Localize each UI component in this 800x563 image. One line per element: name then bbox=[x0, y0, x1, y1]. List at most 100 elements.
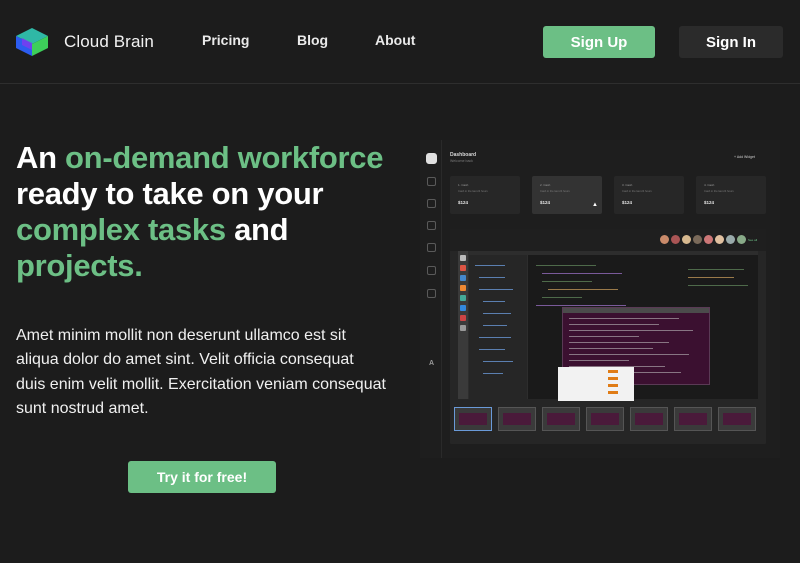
stat-card: 3. Cash Cash in the last 24 hours $124 bbox=[614, 176, 684, 214]
headline-part: ready to take on your bbox=[16, 176, 324, 211]
thumbnail[interactable] bbox=[542, 407, 580, 431]
nav-link-about[interactable]: About bbox=[375, 32, 415, 48]
code-line bbox=[542, 281, 592, 282]
tree-line bbox=[479, 277, 505, 278]
file-tree bbox=[469, 255, 527, 399]
tree-line bbox=[475, 265, 505, 266]
try-free-button[interactable]: Try it for free! bbox=[128, 461, 276, 493]
card-desc: Cash in the last 24 hours bbox=[622, 190, 652, 193]
sign-up-button[interactable]: Sign Up bbox=[543, 26, 655, 58]
terminal-line bbox=[569, 360, 629, 361]
copy-icon bbox=[427, 221, 436, 230]
thumbnail-image bbox=[459, 413, 487, 425]
cursor-icon: ▲ bbox=[592, 202, 598, 208]
terminal-line bbox=[569, 354, 689, 355]
card-desc: Cash in the last 24 hours bbox=[540, 190, 570, 193]
nav-link-blog[interactable]: Blog bbox=[297, 32, 328, 48]
app-dock bbox=[458, 251, 468, 399]
avatar bbox=[682, 235, 691, 244]
thumbnail[interactable] bbox=[454, 407, 492, 431]
preview-title: Dashboard bbox=[450, 152, 477, 158]
home-icon bbox=[426, 153, 437, 164]
card-desc: Cash in the last 24 hours bbox=[704, 190, 734, 193]
cloud-brain-logo-icon bbox=[16, 28, 48, 56]
avatar bbox=[704, 235, 713, 244]
terminal-line bbox=[569, 342, 669, 343]
folder-icon bbox=[427, 177, 436, 186]
thumbnail[interactable] bbox=[674, 407, 712, 431]
code-line bbox=[688, 269, 744, 270]
headline-part: and bbox=[225, 212, 289, 247]
thumbnail[interactable] bbox=[718, 407, 756, 431]
code-line bbox=[536, 305, 626, 306]
chart-icon bbox=[427, 199, 436, 208]
tree-line bbox=[479, 289, 513, 290]
stat-card: 2. Cash Cash in the last 24 hours $124 bbox=[532, 176, 602, 214]
desktop-screenshot bbox=[458, 251, 758, 401]
thumbnail[interactable] bbox=[498, 407, 536, 431]
hero-headline: An on-demand workforce ready to take on … bbox=[16, 140, 406, 284]
tree-line bbox=[483, 373, 503, 374]
screen-toolbar: See all bbox=[450, 229, 766, 251]
avatar bbox=[671, 235, 680, 244]
help-icon bbox=[427, 289, 436, 298]
terminal-line bbox=[569, 348, 653, 349]
headline-part: An bbox=[16, 140, 66, 175]
tree-line bbox=[483, 301, 505, 302]
code-line bbox=[688, 285, 748, 286]
card-value: $124 bbox=[622, 200, 633, 205]
code-line bbox=[688, 277, 734, 278]
tree-line bbox=[479, 337, 511, 338]
add-widget-link: + Add Widget bbox=[734, 155, 755, 159]
highlight-mark bbox=[608, 377, 618, 380]
card-label: 2. Cash bbox=[540, 183, 551, 187]
screen-recording: See all bbox=[450, 229, 766, 444]
thumbnail-strip bbox=[454, 407, 766, 433]
headline-accent: on-demand workforce bbox=[65, 140, 384, 175]
avatar bbox=[660, 235, 669, 244]
preview-sidebar: A bbox=[420, 140, 442, 458]
calendar-icon bbox=[427, 243, 436, 252]
terminal-line bbox=[569, 318, 679, 319]
app-icon bbox=[460, 325, 466, 331]
brand-name: Cloud Brain bbox=[64, 32, 154, 51]
thumbnail-image bbox=[679, 413, 707, 425]
tree-line bbox=[483, 313, 511, 314]
code-line bbox=[536, 265, 596, 266]
code-line bbox=[542, 273, 622, 274]
sidebar-letter: A bbox=[429, 360, 435, 367]
card-label: 1. Cash bbox=[458, 183, 469, 187]
top-nav: Cloud Brain Pricing Blog About Sign Up S… bbox=[0, 0, 800, 84]
terminal-line bbox=[569, 336, 639, 337]
output-popup bbox=[558, 367, 634, 401]
app-icon bbox=[460, 315, 466, 321]
thumbnail[interactable] bbox=[630, 407, 668, 431]
thumbnail-image bbox=[503, 413, 531, 425]
code-line bbox=[548, 289, 618, 290]
tree-line bbox=[483, 361, 513, 362]
avatar bbox=[693, 235, 702, 244]
tree-line bbox=[483, 325, 507, 326]
app-icon bbox=[460, 295, 466, 301]
thumbnail-image bbox=[547, 413, 575, 425]
card-label: 4. Cash bbox=[704, 183, 715, 187]
landing-page: Cloud Brain Pricing Blog About Sign Up S… bbox=[0, 0, 800, 563]
nav-link-pricing[interactable]: Pricing bbox=[202, 32, 249, 48]
terminal-line bbox=[569, 330, 693, 331]
app-icon bbox=[460, 265, 466, 271]
thumbnail[interactable] bbox=[586, 407, 624, 431]
tree-line bbox=[479, 349, 505, 350]
sign-in-button[interactable]: Sign In bbox=[679, 26, 783, 58]
card-label: 3. Cash bbox=[622, 183, 633, 187]
highlight-mark bbox=[608, 384, 618, 387]
brand-logo[interactable]: Cloud Brain bbox=[16, 28, 154, 56]
app-icon bbox=[460, 275, 466, 281]
highlight-mark bbox=[608, 370, 618, 373]
thumbnail-image bbox=[635, 413, 663, 425]
terminal-titlebar bbox=[563, 308, 709, 313]
card-value: $124 bbox=[540, 200, 551, 205]
card-value: $124 bbox=[704, 200, 715, 205]
card-desc: Cash in the last 24 hours bbox=[458, 190, 488, 193]
hero-description: Amet minim mollit non deserunt ullamco e… bbox=[16, 327, 386, 417]
avatar bbox=[715, 235, 724, 244]
